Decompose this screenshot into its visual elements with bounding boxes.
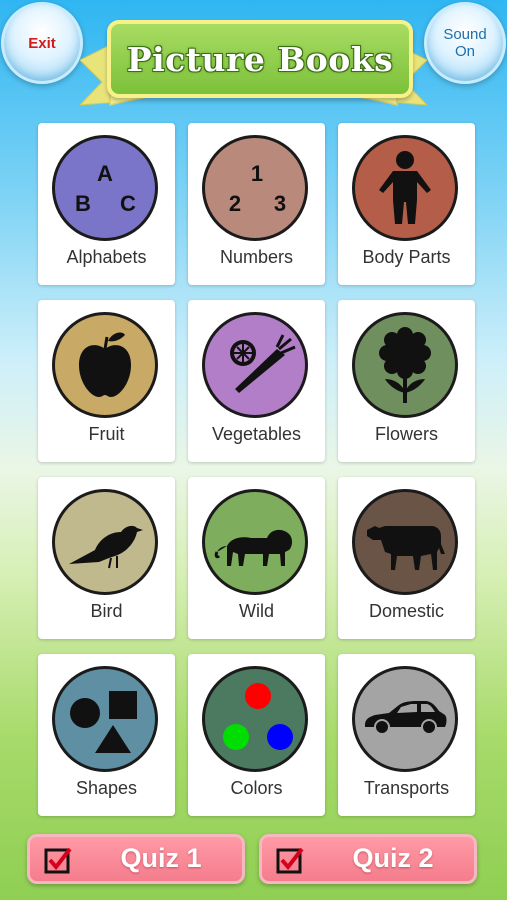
category-card-fruit[interactable]: Fruit xyxy=(38,300,175,462)
category-card-shapes[interactable]: Shapes xyxy=(38,654,175,816)
glyph-c: C xyxy=(120,191,136,216)
category-label: Vegetables xyxy=(211,424,302,444)
quiz-2-label: Quiz 2 xyxy=(352,843,434,873)
numbers-123-icon: 1 2 3 xyxy=(202,135,308,241)
category-label: Alphabets xyxy=(66,247,147,267)
person-icon xyxy=(352,135,458,241)
bird-icon xyxy=(52,489,158,595)
quiz-2-button[interactable]: Quiz 2 xyxy=(259,834,477,884)
exit-button[interactable]: Exit xyxy=(1,2,83,84)
category-label: Colors xyxy=(230,778,283,798)
category-card-alphabets[interactable]: A B C Alphabets xyxy=(38,123,175,285)
category-label: Wild xyxy=(239,601,274,621)
glyph-2: 2 xyxy=(229,191,241,216)
car-icon xyxy=(352,666,458,772)
category-card-numbers[interactable]: 1 2 3 Numbers xyxy=(188,123,325,285)
lion-icon xyxy=(202,489,308,595)
category-label: Domestic xyxy=(368,601,444,621)
page-title: Picture Books xyxy=(107,20,413,98)
carrot-lemon-icon xyxy=(202,312,308,418)
letters-abc-icon: A B C xyxy=(52,135,158,241)
glyph-b: B xyxy=(75,191,91,216)
category-label: Transports xyxy=(363,778,450,798)
checkbox-icon xyxy=(44,847,72,874)
category-card-vegetables[interactable]: Vegetables xyxy=(188,300,325,462)
blue-dot-icon xyxy=(267,724,293,750)
green-dot-icon xyxy=(223,724,249,750)
category-label: Body Parts xyxy=(362,247,451,267)
checkbox-icon xyxy=(276,847,304,874)
category-label: Fruit xyxy=(88,424,125,444)
glyph-1: 1 xyxy=(251,161,263,186)
glyph-3: 3 xyxy=(274,191,286,216)
category-label: Flowers xyxy=(374,424,438,444)
category-card-transports[interactable]: Transports xyxy=(338,654,475,816)
color-dots-icon xyxy=(202,666,308,772)
page-title-text: Picture Books xyxy=(126,39,394,79)
category-card-bird[interactable]: Bird xyxy=(38,477,175,639)
quiz-1-label: Quiz 1 xyxy=(120,843,202,873)
category-label: Bird xyxy=(90,601,123,621)
sound-toggle-button[interactable]: Sound On xyxy=(424,2,506,84)
glyph-a: A xyxy=(97,161,113,186)
sound-label: Sound On xyxy=(443,26,487,60)
category-card-wild[interactable]: Wild xyxy=(188,477,325,639)
category-label: Shapes xyxy=(75,778,138,798)
category-card-flowers[interactable]: Flowers xyxy=(338,300,475,462)
category-card-colors[interactable]: Colors xyxy=(188,654,325,816)
red-dot-icon xyxy=(245,683,271,709)
category-card-body-parts[interactable]: Body Parts xyxy=(338,123,475,285)
flower-icon xyxy=(352,312,458,418)
category-card-domestic[interactable]: Domestic xyxy=(338,477,475,639)
apple-icon xyxy=(52,312,158,418)
exit-label: Exit xyxy=(28,34,56,52)
quiz-1-button[interactable]: Quiz 1 xyxy=(27,834,245,884)
category-label: Numbers xyxy=(219,247,294,267)
shapes-icon xyxy=(52,666,158,772)
cow-icon xyxy=(352,489,458,595)
